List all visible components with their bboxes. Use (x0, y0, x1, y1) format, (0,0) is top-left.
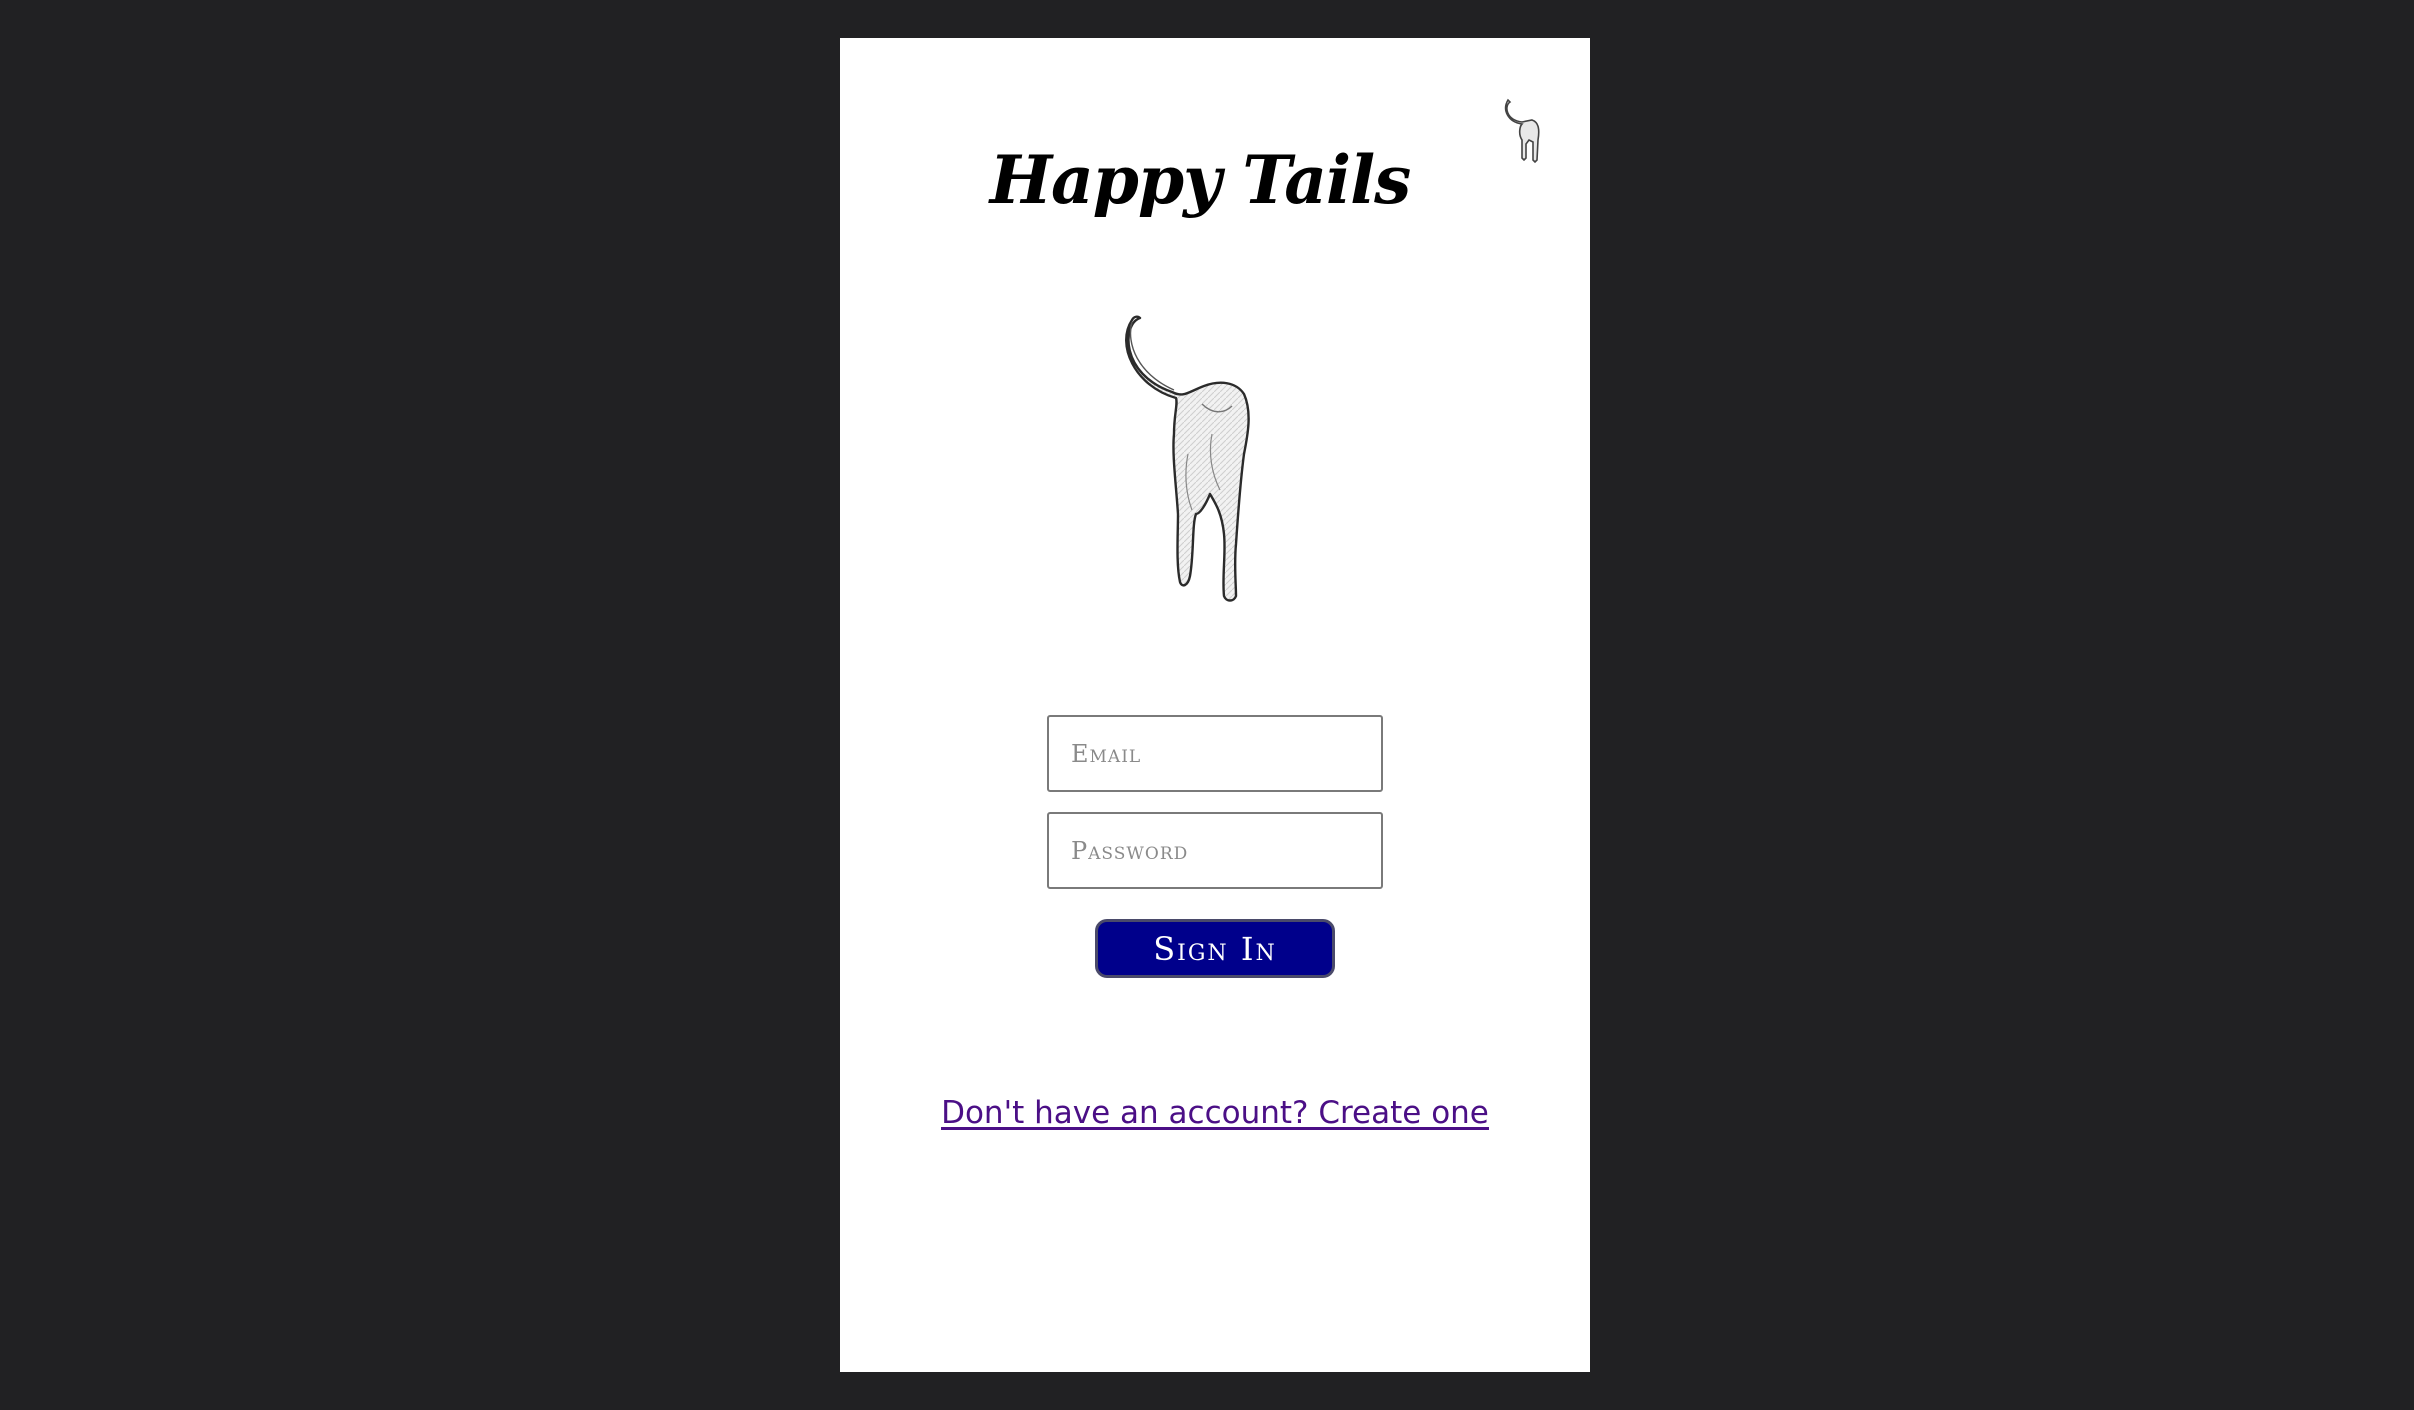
password-input[interactable] (1047, 812, 1383, 889)
login-card: Happy Tails Sign In Don't have an accoun… (840, 38, 1590, 1372)
page-title: Happy Tails (989, 141, 1412, 219)
dog-tail-illustration (1125, 315, 1250, 602)
create-account-link[interactable]: Don't have an account? Create one (941, 1095, 1489, 1131)
create-account-container: Don't have an account? Create one (840, 1095, 1590, 1131)
sign-in-button[interactable]: Sign In (1095, 919, 1335, 978)
email-input[interactable] (1047, 715, 1383, 792)
